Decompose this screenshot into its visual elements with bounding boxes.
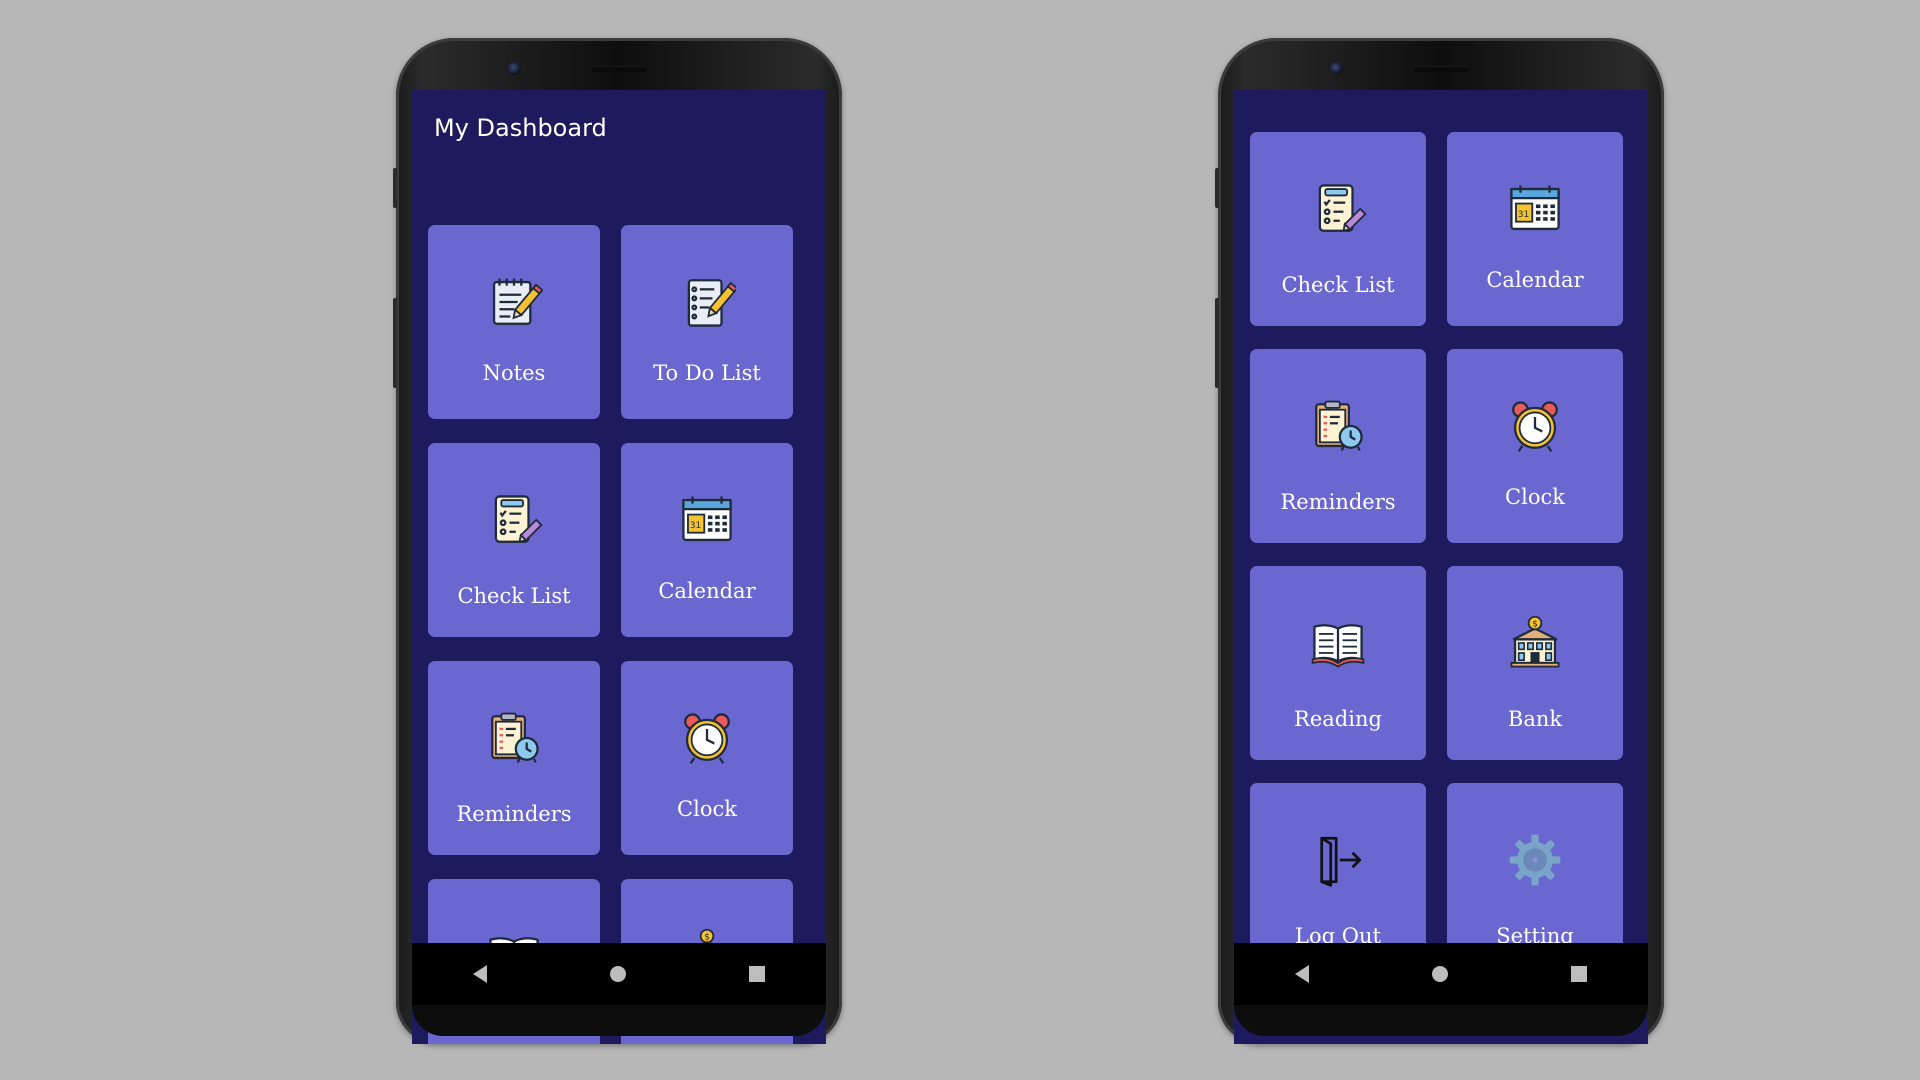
speaker-grille [591,66,647,72]
left-phone-frame: My Dashboard Notes To Do List Check List… [393,38,842,1044]
page-title: My Dashboard [434,114,607,142]
right-phone-frame: Check List Calendar Reminders Clock Read… [1215,38,1664,1044]
checklist-icon [1309,180,1367,238]
checklist-icon [485,491,543,549]
front-camera-icon [1330,62,1343,75]
phone-chin [1234,1005,1648,1036]
left-screen: My Dashboard Notes To Do List Check List… [412,90,826,1044]
bank-icon [1506,614,1564,672]
card-label: Check List [457,584,571,608]
notes-icon [485,273,543,331]
card-label: Calendar [658,579,756,603]
card-label: To Do List [653,361,761,385]
reading-icon [1309,614,1367,672]
card-label: Bank [1507,707,1563,731]
card-reminders[interactable]: Reminders [1250,349,1426,543]
home-icon[interactable] [1431,966,1448,982]
recent-apps-icon[interactable] [1570,966,1587,982]
back-icon[interactable] [473,965,488,983]
speaker-grille [1413,66,1469,72]
power-button [393,298,397,388]
reminders-icon [1309,397,1367,455]
card-calendar[interactable]: Calendar [621,443,793,637]
clock-icon [678,709,736,767]
card-check-list[interactable]: Check List [428,443,600,637]
dashboard-grid: Check List Calendar Reminders Clock Read… [1250,132,1623,977]
dashboard-grid: Notes To Do List Check List Calendar Rem… [428,225,793,1044]
card-label: Calendar [1486,268,1584,292]
gear-icon [1506,831,1564,889]
card-reminders[interactable]: Reminders [428,661,600,855]
card-reading[interactable]: Reading [1250,566,1426,760]
card-calendar[interactable]: Calendar [1447,132,1623,326]
system-nav-bar [1234,943,1648,1005]
right-screen: Check List Calendar Reminders Clock Read… [1234,90,1648,1044]
home-icon[interactable] [609,966,626,982]
phone-chin [412,1005,826,1036]
card-label: Clock [1505,485,1565,509]
logout-icon [1309,831,1367,889]
system-nav-bar [412,943,826,1005]
calendar-icon [678,491,736,549]
card-label: Notes [482,361,546,385]
back-icon[interactable] [1295,965,1310,983]
card-label: Reminders [1280,490,1396,514]
power-button [1215,298,1219,388]
reminders-icon [485,709,543,767]
volume-button [1215,168,1219,208]
volume-button [393,168,397,208]
calendar-icon [1506,180,1564,238]
card-check-list[interactable]: Check List [1250,132,1426,326]
recent-apps-icon[interactable] [748,966,765,982]
card-notes[interactable]: Notes [428,225,600,419]
clock-icon [1506,397,1564,455]
card-label: Clock [677,797,737,821]
card-to-do-list[interactable]: To Do List [621,225,793,419]
card-clock[interactable]: Clock [1447,349,1623,543]
card-bank[interactable]: Bank [1447,566,1623,760]
card-label: Check List [1281,273,1395,297]
card-label: Reminders [456,802,572,826]
todo-list-icon [678,273,736,331]
card-clock[interactable]: Clock [621,661,793,855]
front-camera-icon [508,62,521,75]
card-label: Reading [1294,707,1382,731]
